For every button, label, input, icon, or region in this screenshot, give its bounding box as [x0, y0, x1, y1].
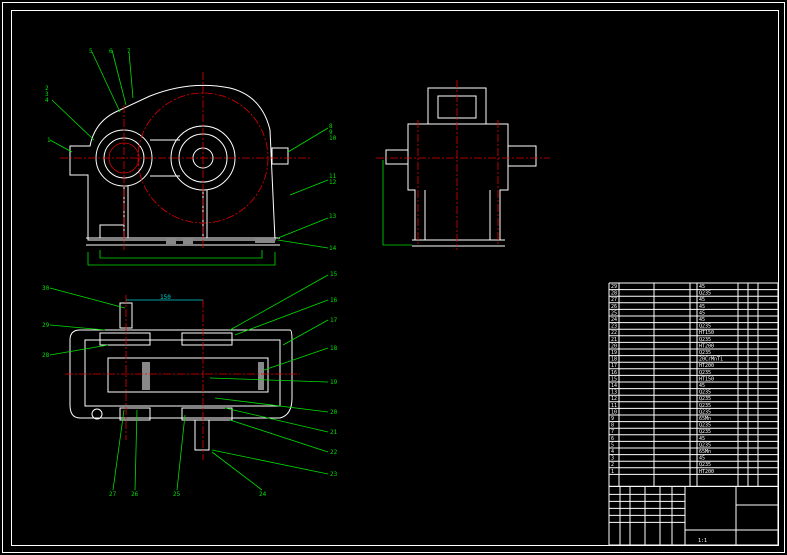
- label: 21: [330, 429, 338, 436]
- label: 29: [42, 322, 50, 329]
- label: 15: [330, 271, 338, 278]
- label: 1: [47, 137, 51, 144]
- label: 19: [330, 379, 338, 386]
- label: 30: [42, 285, 50, 292]
- label: 7: [127, 48, 131, 55]
- label: 17: [330, 317, 338, 324]
- scale-text: 1:1: [698, 538, 707, 544]
- label: 22: [330, 449, 338, 456]
- label: 6: [109, 48, 113, 55]
- label: 20: [330, 409, 338, 416]
- label: 25: [173, 491, 181, 498]
- label: 23: [330, 471, 338, 478]
- dimension-text: 150: [160, 294, 171, 301]
- label: 26: [131, 491, 139, 498]
- label: 24: [259, 491, 267, 498]
- label: 13: [329, 213, 337, 220]
- label: 5: [89, 48, 93, 55]
- label: 28: [42, 352, 50, 359]
- label: 16: [330, 297, 338, 304]
- label: 4: [45, 97, 49, 104]
- label: 12: [329, 179, 337, 186]
- cad-drawing: 2 3 4 1 5 6 7 8 9 10 11 12 13 14 150 30 …: [0, 0, 787, 555]
- label: 27: [109, 491, 117, 498]
- label: 18: [330, 345, 338, 352]
- label: 14: [329, 245, 337, 252]
- label: 10: [329, 135, 337, 142]
